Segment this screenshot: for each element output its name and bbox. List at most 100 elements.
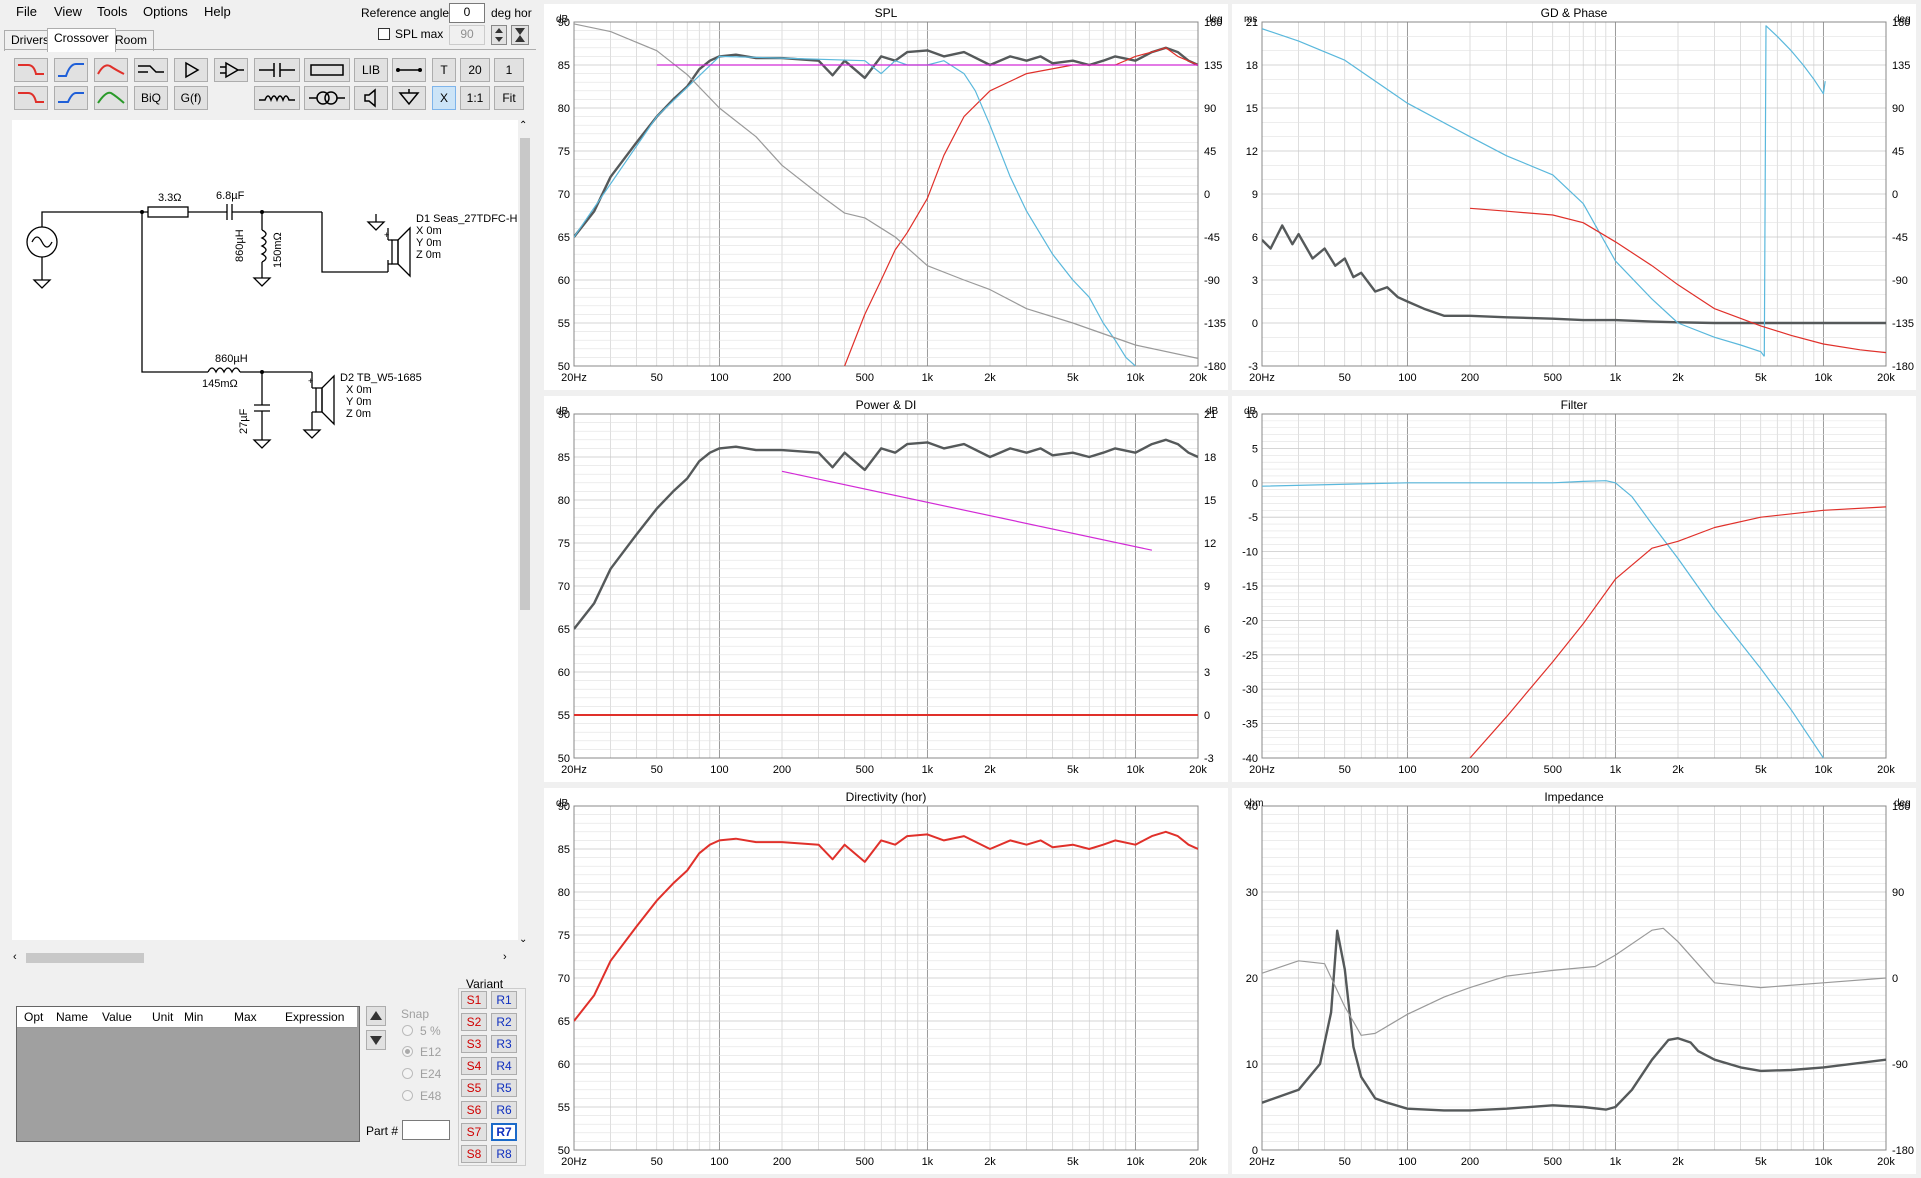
y-tick-label: 75 (558, 930, 570, 942)
library-button[interactable]: LIB (354, 58, 388, 82)
right-unit-label: deg (1206, 14, 1223, 25)
snap-option-e48: E48 (420, 1089, 442, 1103)
y-tick-label: 18 (1246, 60, 1258, 72)
menu-options[interactable]: Options (143, 4, 188, 19)
buffer-button[interactable] (174, 58, 208, 82)
variant-s8[interactable]: S8 (461, 1145, 487, 1163)
horizontal-scroll-thumb[interactable] (26, 953, 144, 963)
variant-s5[interactable]: S5 (461, 1079, 487, 1097)
snap-radio-e48[interactable] (402, 1090, 413, 1101)
variant-s3[interactable]: S3 (461, 1035, 487, 1053)
filter-icon (18, 92, 44, 103)
impedance-graph[interactable]: 20Hz 50 100 200 500 1k 2k 5k 10k 20k 40 180 30 90 20 0 1… (1232, 788, 1916, 1174)
menu-tools[interactable]: Tools (97, 4, 127, 19)
right-unit-label: deg (1894, 798, 1911, 809)
driver1-z: Z 0m (416, 249, 442, 261)
variant-r2[interactable]: R2 (491, 1013, 517, 1031)
opamp-button[interactable] (214, 58, 248, 82)
variant-r6[interactable]: R6 (491, 1101, 517, 1119)
bandpass-green-button[interactable] (94, 86, 128, 110)
variant-r3[interactable]: R3 (491, 1035, 517, 1053)
variant-r7[interactable]: R7 (491, 1123, 517, 1141)
x-tick-label: 200 (1461, 1156, 1479, 1168)
spl-max-checkbox[interactable] (378, 28, 390, 40)
wire-button[interactable] (392, 58, 426, 82)
text-button[interactable]: T (432, 58, 456, 82)
scroll-left-icon[interactable]: ‹ (13, 951, 17, 963)
zoom-fit-button[interactable]: Fit (494, 86, 524, 110)
cross-button[interactable]: X (432, 86, 456, 110)
variant-s2[interactable]: S2 (461, 1013, 487, 1031)
variant-r5[interactable]: R5 (491, 1079, 517, 1097)
menu-view[interactable]: View (54, 4, 82, 19)
part-number-input[interactable] (402, 1120, 450, 1140)
transformer-button[interactable] (304, 86, 350, 110)
power-di-graph[interactable]: 20Hz 50 100 200 500 1k 2k 5k 10k 20k 90 21 85 18 80 15 7… (544, 396, 1228, 782)
highpass-red-button[interactable] (14, 58, 48, 82)
directivity-graph[interactable]: 20Hz 50 100 200 500 1k 2k 5k 10k 20k 90 85 80 75 70 65 6… (544, 788, 1228, 1174)
variant-r8[interactable]: R8 (491, 1145, 517, 1163)
snap-radio-e24[interactable] (402, 1068, 413, 1079)
scroll-up-icon[interactable]: ⌃ (519, 120, 527, 131)
value-1-button[interactable]: 1 (494, 58, 524, 82)
shelf-button[interactable] (134, 58, 168, 82)
schematic-canvas[interactable]: + + 3.3Ω 6.8µF 860µH 150mΩ D1 Seas_27TDF… (12, 120, 520, 940)
lowpass-blue-button[interactable] (54, 86, 88, 110)
move-down-button[interactable] (366, 1030, 386, 1050)
variant-s6[interactable]: S6 (461, 1101, 487, 1119)
value-20-button[interactable]: 20 (460, 58, 490, 82)
reference-angle-input[interactable]: 0 (449, 3, 485, 23)
y2-tick-label: -3 (1204, 753, 1214, 765)
snap-radio-5pct[interactable] (402, 1025, 413, 1036)
col-value: Value (102, 1010, 132, 1024)
vertical-scroll-thumb[interactable] (520, 138, 530, 610)
reset-angle-button[interactable] (511, 25, 529, 45)
series-inductor-value: 860µH (215, 353, 248, 365)
move-up-button[interactable] (366, 1006, 386, 1026)
col-opt: Opt (24, 1010, 44, 1024)
graph-title: Impedance (1544, 790, 1604, 804)
inductor-button[interactable] (254, 86, 300, 110)
variant-s1[interactable]: S1 (461, 991, 487, 1009)
highpass-blue-button[interactable] (54, 58, 88, 82)
bandpass-red-button[interactable] (94, 58, 128, 82)
y2-tick-label: 0 (1204, 710, 1210, 722)
col-unit: Unit (152, 1010, 174, 1024)
col-expression: Expression (285, 1010, 345, 1024)
lowpass-red-button[interactable] (14, 86, 48, 110)
variant-s7[interactable]: S7 (461, 1123, 487, 1141)
graph-title: Power & DI (856, 398, 917, 412)
y2-tick-label: -180 (1892, 361, 1914, 373)
zoom-1to1-button[interactable]: 1:1 (460, 86, 490, 110)
spl-max-input[interactable]: 90 (449, 25, 485, 45)
spl-max-spinner[interactable] (491, 25, 507, 45)
snap-radio-e12[interactable] (402, 1046, 413, 1057)
filter-graph[interactable]: 20Hz 50 100 200 500 1k 2k 5k 10k 20k 10 5 0 -5 -10 -15-… (1232, 396, 1916, 782)
ground-button[interactable] (392, 86, 426, 110)
x-tick-label: 2k (1672, 372, 1684, 384)
tab-crossover[interactable]: Crossover (47, 28, 116, 52)
y-tick-label: 55 (558, 710, 570, 722)
x-tick-label: 500 (856, 764, 874, 776)
capacitor-button[interactable] (254, 58, 300, 82)
variant-r1[interactable]: R1 (491, 991, 517, 1009)
part-number-label: Part # (366, 1124, 399, 1138)
speaker-button[interactable] (354, 86, 388, 110)
scroll-down-icon[interactable]: ⌄ (519, 934, 527, 945)
transfer-function-button[interactable]: G(f) (174, 86, 208, 110)
menu-file[interactable]: File (16, 4, 37, 19)
variant-r4[interactable]: R4 (491, 1057, 517, 1075)
biquad-button[interactable]: BiQ (134, 86, 168, 110)
y-tick-label: -30 (1242, 684, 1258, 696)
menu-help[interactable]: Help (204, 4, 231, 19)
x-tick-label: 1k (1610, 1156, 1622, 1168)
variant-s4[interactable]: S4 (461, 1057, 487, 1075)
ground-icon (398, 89, 420, 106)
spl-graph[interactable]: 20Hz 50 100 200 500 1k 2k 5k 10k 20k 90 180 85 135 80 9… (544, 4, 1228, 390)
scroll-right-icon[interactable]: › (503, 951, 507, 963)
graph-title: Filter (1561, 398, 1588, 412)
gd-phase-graph[interactable]: 20Hz 50 100 200 500 1k 2k 5k 10k 20k 21 180 18 135 15 9… (1232, 4, 1916, 390)
x-tick-label: 1k (922, 764, 934, 776)
y-tick-label: 15 (1246, 103, 1258, 115)
resistor-button[interactable] (304, 58, 350, 82)
